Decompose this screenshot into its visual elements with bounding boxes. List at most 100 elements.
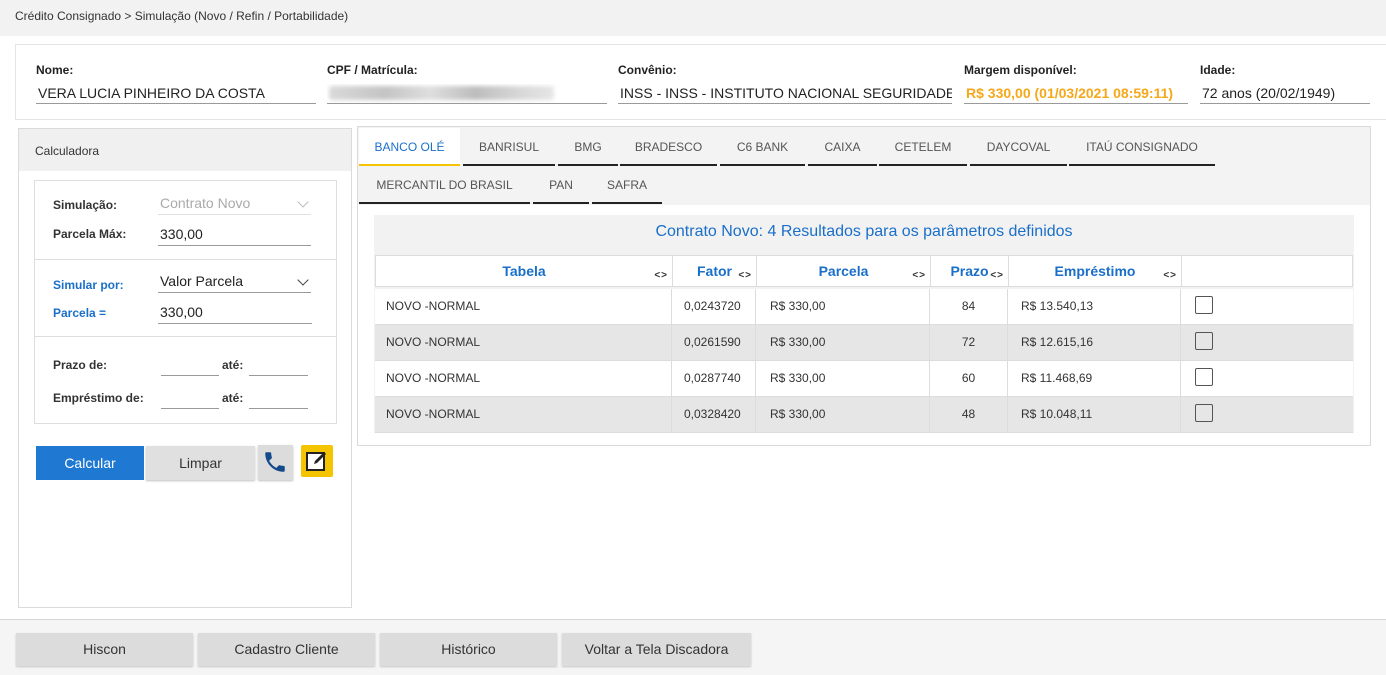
row-checkbox[interactable] <box>1195 404 1213 422</box>
idade-label: Idade: <box>1200 63 1236 77</box>
divider <box>35 259 336 260</box>
convenio-field: Convênio: INSS - INSS - INSTITUTO NACION… <box>618 63 952 104</box>
cell-prazo: 60 <box>930 361 1008 396</box>
margem-field: Margem disponível: R$ 330,00 (01/03/2021… <box>964 63 1188 104</box>
prazo-de-label: Prazo de: <box>53 358 108 372</box>
cell-prazo: 48 <box>930 397 1008 432</box>
col-emprestimo-label: Empréstimo <box>1054 263 1136 279</box>
prazo-ate-label: até: <box>222 358 244 372</box>
limpar-button[interactable]: Limpar <box>146 446 255 480</box>
tab-bmg[interactable]: BMG <box>558 128 618 166</box>
breadcrumb: Crédito Consignado > Simulação (Novo / R… <box>15 9 349 23</box>
tab-cetelem[interactable]: CETELEM <box>879 128 967 166</box>
cell-emprestimo: R$ 10.048,11 <box>1008 397 1181 432</box>
cell-fator: 0,0328420 <box>672 397 756 432</box>
parcela-max-input[interactable]: 330,00 <box>158 224 311 246</box>
prazo-de-input[interactable] <box>161 375 219 376</box>
table-row: NOVO -NORMAL 0,0243720 R$ 330,00 84 R$ 1… <box>375 289 1353 325</box>
voltar-discadora-button[interactable]: Voltar a Tela Discadora <box>562 633 751 666</box>
divider <box>35 336 336 337</box>
results-panel: BANCO OLÉ BANRISUL BMG BRADESCO C6 BANK … <box>357 126 1371 446</box>
cell-emprestimo: R$ 12.615,16 <box>1008 325 1181 360</box>
idade-value: 72 anos (20/02/1949) <box>1200 84 1370 104</box>
tab-daycoval[interactable]: DAYCOVAL <box>970 128 1067 166</box>
cell-parcela: R$ 330,00 <box>756 397 930 432</box>
emprestimo-ate-input[interactable] <box>249 408 308 409</box>
tab-safra[interactable]: SAFRA <box>592 166 662 204</box>
prazo-ate-input[interactable] <box>249 375 308 376</box>
client-info-panel: Nome: VERA LUCIA PINHEIRO DA COSTA CPF /… <box>15 44 1386 120</box>
emprestimo-ate-label: até: <box>222 391 244 405</box>
results-title: Contrato Novo: 4 Resultados para os parâ… <box>655 223 1073 240</box>
results-table: Contrato Novo: 4 Resultados para os parâ… <box>374 215 1354 433</box>
sort-icon[interactable]: <> <box>912 261 926 291</box>
col-prazo[interactable]: Prazo <> <box>931 256 1009 286</box>
top-bar: Crédito Consignado > Simulação (Novo / R… <box>0 0 1386 36</box>
calculator-form: Simulação: Contrato Novo Parcela Máx: 33… <box>34 180 337 424</box>
calculator-panel: Calculadora Simulação: Contrato Novo Par… <box>18 128 352 608</box>
hiscon-button[interactable]: Hiscon <box>16 633 193 666</box>
historico-button[interactable]: Histórico <box>380 633 557 666</box>
nome-label: Nome: <box>36 63 74 77</box>
cell-parcela: R$ 330,00 <box>756 289 930 324</box>
cell-parcela: R$ 330,00 <box>756 325 930 360</box>
col-parcela-label: Parcela <box>818 263 869 279</box>
table-row: NOVO -NORMAL 0,0287740 R$ 330,00 60 R$ 1… <box>375 361 1353 397</box>
simular-por-label: Simular por: <box>53 278 124 292</box>
col-fator[interactable]: Fator <> <box>673 256 757 286</box>
cell-tabela: NOVO -NORMAL <box>375 325 672 360</box>
calcular-button[interactable]: Calcular <box>36 446 144 480</box>
tab-itau-consignado[interactable]: ITAÚ CONSIGNADO <box>1069 128 1215 166</box>
col-parcela[interactable]: Parcela <> <box>757 256 931 286</box>
cpf-value <box>327 84 607 104</box>
phone-icon <box>265 452 285 472</box>
sort-icon[interactable]: <> <box>990 261 1004 291</box>
redacted-cpf <box>329 86 554 100</box>
emprestimo-de-input[interactable] <box>161 408 219 409</box>
row-checkbox[interactable] <box>1195 368 1213 386</box>
idade-field: Idade: 72 anos (20/02/1949) <box>1200 63 1370 104</box>
tab-mercantil-do-brasil[interactable]: MERCANTIL DO BRASIL <box>359 166 530 204</box>
tab-c6-bank[interactable]: C6 BANK <box>720 128 805 166</box>
tab-caixa[interactable]: CAIXA <box>808 128 877 166</box>
cell-tabela: NOVO -NORMAL <box>375 289 672 324</box>
sort-icon[interactable]: <> <box>1163 261 1177 291</box>
sort-icon[interactable]: <> <box>738 261 752 291</box>
nome-field: Nome: VERA LUCIA PINHEIRO DA COSTA <box>36 63 316 104</box>
tab-bradesco[interactable]: BRADESCO <box>620 128 717 166</box>
phone-button[interactable] <box>258 445 293 480</box>
cell-prazo: 72 <box>930 325 1008 360</box>
chevron-down-icon <box>297 274 309 286</box>
cell-tabela: NOVO -NORMAL <box>375 397 672 432</box>
col-prazo-label: Prazo <box>950 263 989 279</box>
simular-por-select[interactable]: Valor Parcela <box>158 271 311 293</box>
cpf-label: CPF / Matrícula: <box>327 63 418 77</box>
sort-icon[interactable]: <> <box>654 261 668 291</box>
cell-fator: 0,0243720 <box>672 289 756 324</box>
parcela-eq-input[interactable]: 330,00 <box>158 302 312 324</box>
row-checkbox[interactable] <box>1195 296 1213 314</box>
table-row: NOVO -NORMAL 0,0328420 R$ 330,00 48 R$ 1… <box>375 397 1353 433</box>
cpf-field: CPF / Matrícula: <box>327 63 607 104</box>
cell-emprestimo: R$ 13.540,13 <box>1008 289 1181 324</box>
row-checkbox[interactable] <box>1195 332 1213 350</box>
cell-emprestimo: R$ 11.468,69 <box>1008 361 1181 396</box>
margem-value: R$ 330,00 (01/03/2021 08:59:11) <box>964 84 1188 104</box>
cadastro-cliente-button[interactable]: Cadastro Cliente <box>198 633 375 666</box>
tab-banrisul[interactable]: BANRISUL <box>463 128 555 166</box>
simulacao-label: Simulação: <box>53 198 118 212</box>
parcela-max-label: Parcela Máx: <box>53 227 127 241</box>
edit-button[interactable] <box>301 445 333 477</box>
tab-pan[interactable]: PAN <box>533 166 589 204</box>
col-tabela[interactable]: Tabela <> <box>376 256 673 286</box>
col-emprestimo[interactable]: Empréstimo <> <box>1009 256 1182 286</box>
tab-banco-ole[interactable]: BANCO OLÉ <box>359 128 460 166</box>
edit-icon <box>306 452 326 471</box>
cell-tabela: NOVO -NORMAL <box>375 361 672 396</box>
simulacao-select[interactable]: Contrato Novo <box>158 193 311 215</box>
cell-prazo: 84 <box>930 289 1008 324</box>
emprestimo-de-label: Empréstimo de: <box>53 391 144 405</box>
table-row: NOVO -NORMAL 0,0261590 R$ 330,00 72 R$ 1… <box>375 325 1353 361</box>
calculator-title: Calculadora <box>19 129 351 171</box>
col-fator-label: Fator <box>697 263 732 279</box>
